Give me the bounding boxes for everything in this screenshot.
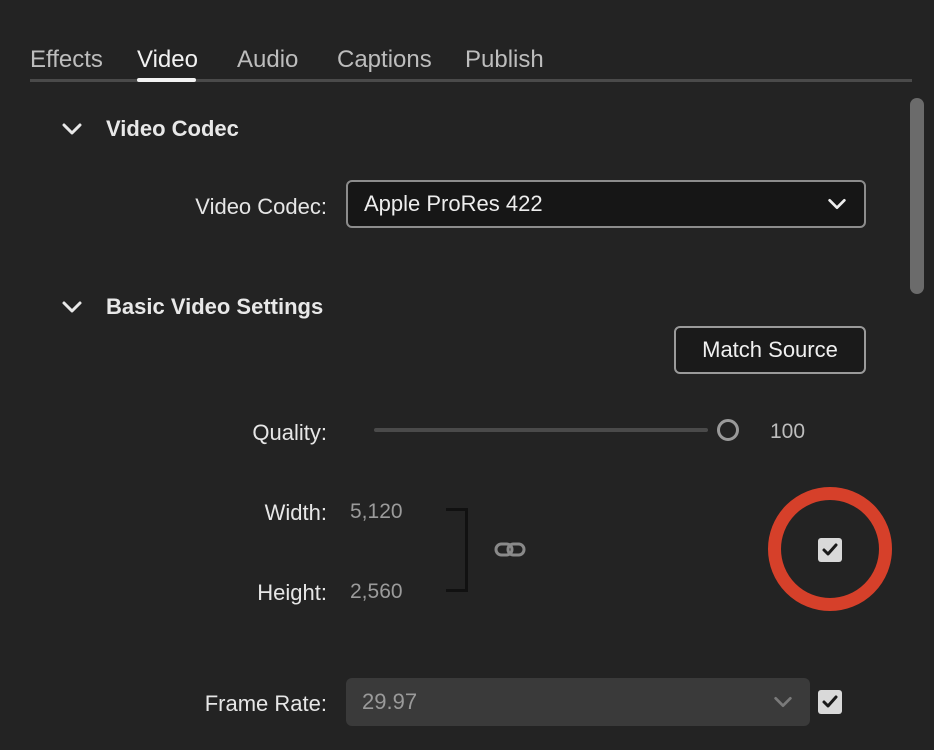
vertical-scrollbar[interactable] <box>908 96 926 750</box>
tab-audio[interactable]: Audio <box>237 46 298 74</box>
tab-effects[interactable]: Effects <box>30 46 103 74</box>
tab-captions[interactable]: Captions <box>337 46 432 74</box>
chevron-down-icon <box>774 696 792 708</box>
basic-video-settings-section-title: Basic Video Settings <box>106 294 324 319</box>
chevron-down-icon <box>62 301 82 313</box>
quality-slider-thumb[interactable] <box>717 419 739 441</box>
video-codec-dropdown-value: Apple ProRes 422 <box>364 191 543 216</box>
width-value[interactable]: 5,120 <box>350 500 403 524</box>
checkmark-icon <box>822 695 838 708</box>
quality-label: Quality: <box>252 420 327 445</box>
width-label: Width: <box>264 500 327 525</box>
frame-rate-label: Frame Rate: <box>204 691 327 716</box>
video-codec-section-title: Video Codec <box>106 116 239 141</box>
chevron-down-icon <box>828 198 846 210</box>
override-dimensions-checkbox[interactable] <box>818 538 842 562</box>
frame-rate-dropdown-value: 29.97 <box>362 689 418 714</box>
video-codec-dropdown[interactable]: Apple ProRes 422 <box>346 180 866 228</box>
scrollbar-thumb[interactable] <box>910 98 924 294</box>
link-icon[interactable] <box>494 539 526 561</box>
tab-bar: Effects Video Audio Captions Publish <box>30 42 912 82</box>
tab-video[interactable]: Video <box>137 46 198 74</box>
frame-rate-dropdown[interactable]: 29.97 <box>346 678 810 726</box>
checkmark-icon <box>822 543 838 556</box>
video-codec-label: Video Codec: <box>195 194 327 219</box>
quality-slider-track[interactable] <box>374 428 708 432</box>
height-label: Height: <box>257 580 327 605</box>
frame-rate-override-checkbox[interactable] <box>818 690 842 714</box>
quality-value: 100 <box>770 420 806 443</box>
export-settings-panel: Effects Video Audio Captions Publish Vid… <box>0 0 934 750</box>
height-value[interactable]: 2,560 <box>350 580 403 604</box>
basic-video-settings-section-header[interactable]: Basic Video Settings <box>60 294 323 320</box>
tab-publish[interactable]: Publish <box>465 46 544 74</box>
chevron-down-icon <box>62 123 82 135</box>
dimension-link-bracket <box>446 508 468 592</box>
tab-active-indicator <box>137 78 196 82</box>
match-source-button[interactable]: Match Source <box>674 326 866 374</box>
video-codec-section-header[interactable]: Video Codec <box>60 116 239 142</box>
